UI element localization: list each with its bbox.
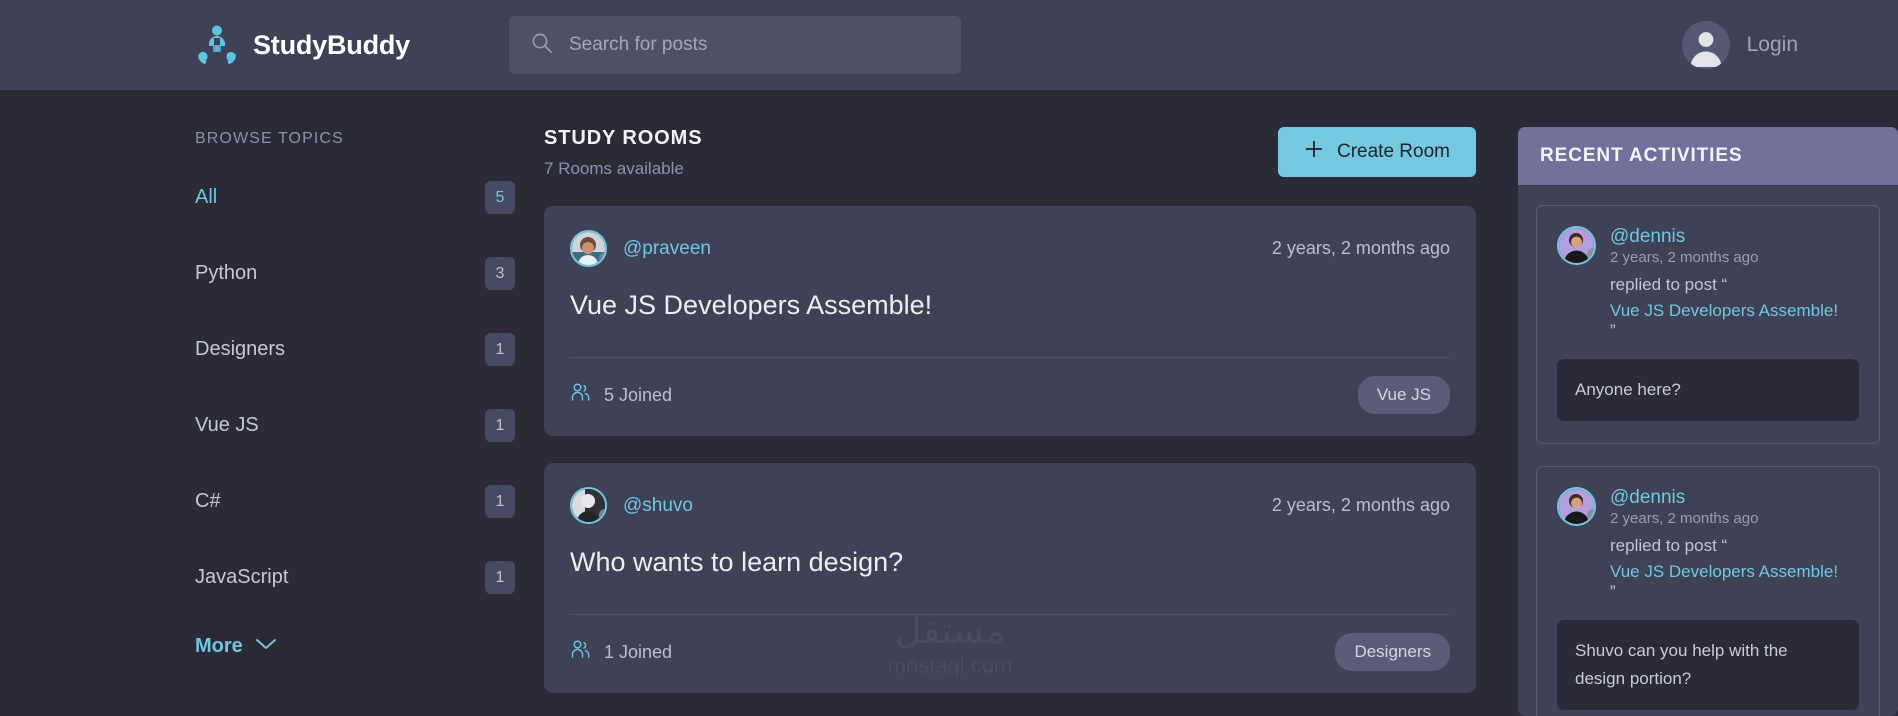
room-timestamp: 2 years, 2 months ago [1271,238,1450,258]
sidebar-title: BROWSE TOPICS [195,130,344,147]
sidebar-item-label: All [195,186,218,208]
brand[interactable]: StudyBuddy [195,23,410,67]
activity-author[interactable]: @dennis [1610,487,1838,509]
room-card-footer: 5 Joined Vue JS [570,376,1450,414]
activity-item[interactable]: @dennis 2 years, 2 months ago replied to… [1536,466,1880,716]
sidebar-item-count: 1 [485,333,515,366]
activity-action: replied to post “ [1610,275,1728,294]
sidebar-item-label: C# [195,490,221,512]
people-icon [570,639,591,665]
sidebar-item-csharp[interactable]: C# 1 [195,483,515,520]
activity-author[interactable]: @dennis [1610,226,1838,248]
room-topic-tag[interactable]: Vue JS [1357,376,1450,414]
activity-timestamp: 2 years, 2 months ago [1610,249,1759,266]
room-card[interactable]: @praveen 2 years, 2 months ago Vue JS De… [544,206,1476,436]
activity-message: Shuvo can you help with the design porti… [1557,620,1859,711]
sidebar-item-label: JavaScript [195,566,289,588]
avatar [1557,226,1596,265]
sidebar-item-count: 1 [485,561,515,594]
activity-quote-close: ” [1610,582,1616,602]
sidebar-item-count: 1 [485,409,515,442]
activity-message: Anyone here? [1557,359,1859,422]
activity-timestamp: 2 years, 2 months ago [1610,510,1759,528]
sidebar-item-label: Designers [195,338,286,360]
activity-item[interactable]: @dennis 2 years, 2 months ago replied to… [1536,205,1880,445]
group-people-icon [195,23,239,67]
brand-name: StudyBuddy [253,29,410,60]
room-card[interactable]: @shuvo 2 years, 2 months ago Who wants t… [544,463,1476,693]
create-room-button[interactable]: Create Room [1278,127,1476,177]
activity-post-link[interactable]: Vue JS Developers Assemble! [1610,301,1838,321]
room-title[interactable]: Vue JS Developers Assemble! [570,290,1450,321]
activity-header: @dennis 2 years, 2 months ago replied to… [1557,226,1859,341]
search-bar[interactable] [509,16,961,74]
account-login[interactable]: Login [1681,21,1858,69]
sidebar-item-all[interactable]: All 5 [195,179,515,216]
sidebar-item-label: Python [195,262,258,284]
sidebar-item-python[interactable]: Python 3 [195,255,515,292]
user-avatar-icon [1681,21,1730,69]
room-card-header: @shuvo 2 years, 2 months ago [570,487,1450,524]
sidebar-topics: BROWSE TOPICS All 5 Python 3 Designers 1… [195,90,515,716]
room-author[interactable]: @praveen [623,238,711,260]
room-card-header: @praveen 2 years, 2 months ago [570,230,1450,267]
login-label: Login [1746,33,1798,56]
recent-activities-title: RECENT ACTIVITIES [1518,127,1898,185]
room-card-footer: 1 Joined Designers [570,633,1450,671]
room-topic-tag[interactable]: Designers [1335,633,1450,671]
chevron-down-icon [255,637,277,656]
divider [570,357,1450,358]
rooms-available-count: 7 Rooms available [544,159,684,178]
avatar [1557,487,1596,527]
activity-quote-close: ” [1610,321,1616,340]
activity-post-link[interactable]: Vue JS Developers Assemble! [1610,562,1838,582]
room-joined-count: 1 Joined [604,641,673,662]
search-input[interactable] [569,34,939,56]
sidebar-item-label: Vue JS [195,414,259,436]
people-icon [570,382,591,408]
app-header: StudyBuddy Login [0,0,1898,90]
activity-action: replied to post “ [1610,536,1728,556]
room-joined-count: 5 Joined [604,384,673,405]
sidebar-item-javascript[interactable]: JavaScript 1 [195,559,515,596]
page-body: BROWSE TOPICS All 5 Python 3 Designers 1… [0,90,1898,716]
sidebar-more-label: More [195,635,243,657]
study-rooms-main: STUDY ROOMS 7 Rooms available Create Roo… [515,90,1518,716]
divider [570,614,1450,615]
recent-activities-panel: RECENT ACTIVITIES @dennis 2 years, 2 mon… [1518,127,1898,716]
page-title: STUDY ROOMS [544,127,703,149]
sidebar-item-designers[interactable]: Designers 1 [195,331,515,368]
sidebar-more-button[interactable]: More [195,635,515,658]
room-timestamp: 2 years, 2 months ago [1271,495,1450,515]
sidebar-item-vue-js[interactable]: Vue JS 1 [195,407,515,444]
sidebar-item-count: 1 [485,485,515,518]
room-title[interactable]: Who wants to learn design? [570,547,1450,578]
sidebar-item-count: 5 [485,181,515,214]
study-rooms-header: STUDY ROOMS 7 Rooms available Create Roo… [544,127,1476,179]
create-room-label: Create Room [1337,141,1450,162]
sidebar-item-count: 3 [485,257,515,290]
room-author[interactable]: @shuvo [623,495,693,517]
search-icon [531,32,553,59]
plus-icon [1304,139,1324,165]
recent-activities-list: @dennis 2 years, 2 months ago replied to… [1518,185,1898,716]
avatar [570,230,607,267]
activity-header: @dennis 2 years, 2 months ago replied to… [1557,487,1859,602]
avatar [570,487,607,524]
